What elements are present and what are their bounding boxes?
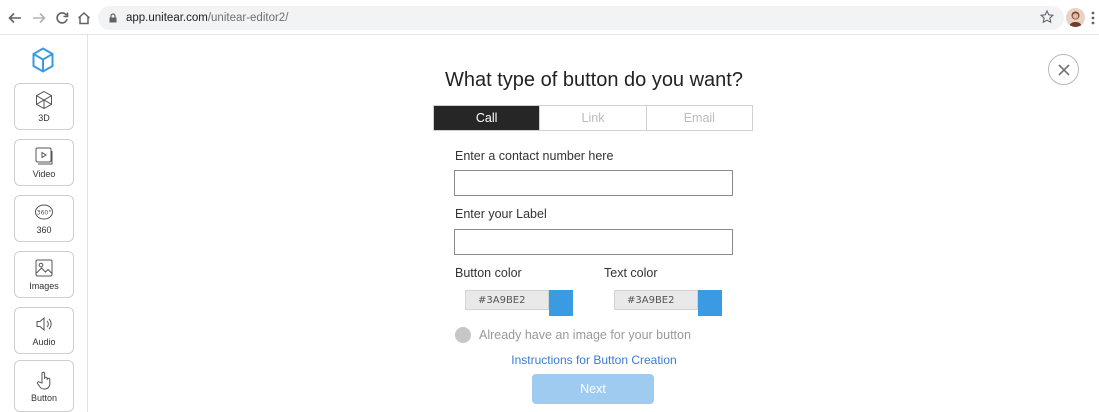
text-color-picker[interactable]: #3A9BE2 bbox=[614, 290, 722, 316]
text-color-hex-input[interactable]: #3A9BE2 bbox=[614, 290, 698, 310]
back-button[interactable] bbox=[6, 9, 24, 27]
button-label-input[interactable] bbox=[454, 229, 733, 255]
reload-icon bbox=[56, 12, 69, 24]
sidebar-item-audio[interactable]: Audio bbox=[14, 307, 74, 354]
svg-text:360°: 360° bbox=[37, 210, 51, 217]
speaker-icon bbox=[36, 316, 52, 332]
button-color-swatch[interactable] bbox=[549, 290, 573, 316]
user-avatar-icon bbox=[1069, 11, 1082, 27]
pointer-hand-icon bbox=[36, 371, 51, 389]
sidebar-item-label: Video bbox=[32, 169, 56, 179]
sidebar-item-label: Images bbox=[29, 281, 59, 291]
cube-icon bbox=[36, 90, 52, 110]
video-icon bbox=[35, 147, 53, 165]
tab-email[interactable]: Email bbox=[645, 106, 752, 130]
tab-link[interactable]: Link bbox=[539, 106, 646, 130]
url-path: /unitear-editor2/ bbox=[207, 12, 289, 24]
reload-button[interactable] bbox=[53, 9, 71, 27]
sidebar-item-label: Button bbox=[30, 392, 58, 403]
image-icon bbox=[35, 259, 53, 277]
forward-button[interactable] bbox=[30, 9, 48, 27]
panorama-360-icon: 360° bbox=[35, 204, 53, 220]
existing-image-option[interactable]: Already have an image for your button bbox=[455, 327, 691, 343]
arrow-left-icon bbox=[8, 12, 21, 24]
button-label-label: Enter your Label bbox=[455, 207, 547, 221]
existing-image-radio[interactable] bbox=[455, 327, 471, 343]
contact-number-input[interactable] bbox=[454, 170, 733, 196]
sidebar-item-images[interactable]: Images bbox=[14, 251, 74, 298]
dialog-title: What type of button do you want? bbox=[445, 69, 743, 91]
contact-number-label: Enter a contact number here bbox=[455, 149, 614, 163]
tab-call[interactable]: Call bbox=[434, 106, 540, 130]
button-color-picker[interactable]: #3A9BE2 bbox=[465, 290, 573, 316]
bookmark-star-icon[interactable] bbox=[1040, 10, 1054, 24]
text-color-swatch[interactable] bbox=[698, 290, 722, 316]
button-color-hex-input[interactable]: #3A9BE2 bbox=[465, 290, 549, 310]
instructions-link[interactable]: Instructions for Button Creation bbox=[0, 353, 1099, 367]
existing-image-label: Already have an image for your button bbox=[479, 328, 691, 342]
address-bar[interactable]: app.unitear.com/unitear-editor2/ bbox=[98, 6, 1064, 30]
url-host: app.unitear.com bbox=[126, 12, 208, 24]
home-button[interactable] bbox=[75, 9, 93, 27]
more-menu-icon[interactable] bbox=[1090, 10, 1096, 26]
profile-avatar[interactable] bbox=[1066, 8, 1085, 27]
sidebar-item-label: Audio bbox=[32, 337, 56, 347]
browser-toolbar: app.unitear.com/unitear-editor2/ bbox=[0, 0, 1099, 35]
sidebar-item-button[interactable]: Button bbox=[14, 360, 74, 412]
sidebar-item-label: 360 bbox=[36, 225, 52, 235]
arrow-right-icon bbox=[33, 12, 46, 24]
next-button[interactable]: Next bbox=[532, 374, 654, 404]
button-type-tabs: Call Link Email bbox=[433, 105, 753, 131]
button-color-label: Button color bbox=[455, 266, 522, 280]
home-icon bbox=[77, 11, 91, 25]
text-color-label: Text color bbox=[604, 266, 658, 280]
sidebar-item-label: 3D bbox=[38, 113, 50, 123]
lock-icon bbox=[109, 13, 117, 23]
sidebar-item-360[interactable]: 360° 360 bbox=[14, 195, 74, 242]
sidebar-item-video[interactable]: Video bbox=[14, 139, 74, 186]
